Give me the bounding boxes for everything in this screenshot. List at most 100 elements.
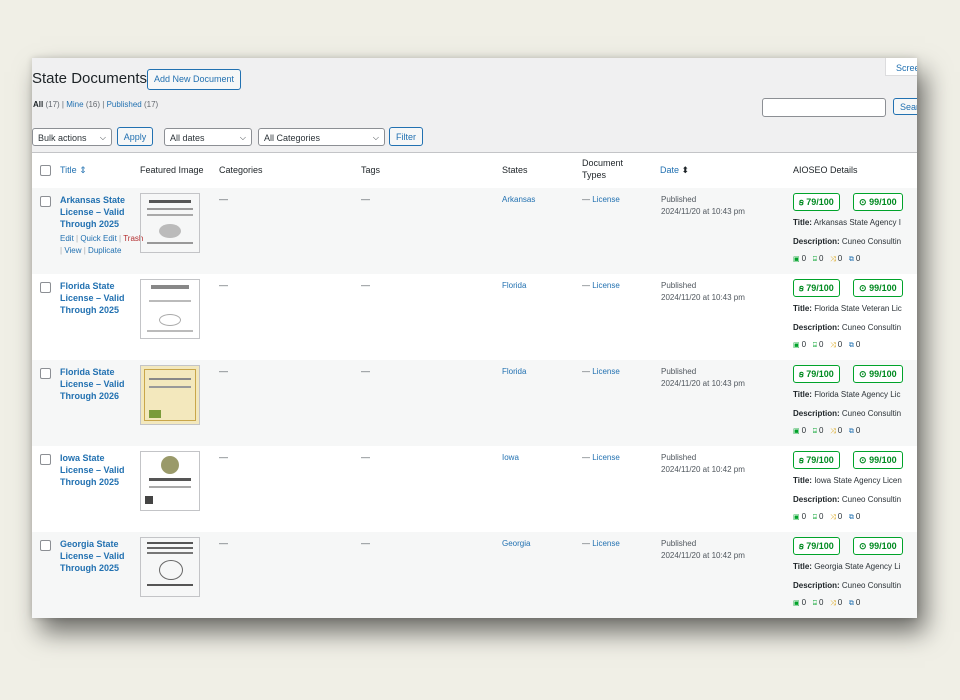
categories-cell: — (219, 366, 228, 376)
document-title-link[interactable]: Florida State License – Valid Through 20… (60, 280, 132, 316)
table-row: Florida State License – Valid Through 20… (32, 360, 917, 446)
featured-image-thumbnail[interactable] (140, 193, 200, 253)
document-type-link[interactable]: License (592, 539, 620, 548)
column-date[interactable]: Date ⬍ (660, 165, 689, 176)
seo-title-line: Title: Florida State Veteran Lic (793, 304, 902, 313)
apply-button[interactable]: Apply (117, 127, 153, 146)
truseo-score-badge[interactable]: ⊙ 99/100 (853, 537, 903, 555)
outbound-links-icon: ⍈ (812, 428, 817, 435)
document-type-link[interactable]: License (592, 367, 620, 376)
table-header: Title ⇕ Featured Image Categories Tags S… (32, 152, 917, 190)
outbound-links-count: 0 (818, 512, 824, 521)
document-type-link[interactable]: License (592, 195, 620, 204)
row-checkbox[interactable] (40, 368, 51, 379)
truseo-score-badge[interactable]: ⊙ 99/100 (853, 193, 903, 211)
orphaned-links-count: 0 (837, 340, 843, 349)
seo-score-badge[interactable]: ꞩ 79/100 (793, 279, 840, 297)
seo-title-line: Title: Iowa State Agency Licen (793, 476, 902, 485)
quick-edit-link[interactable]: Quick Edit (80, 234, 116, 243)
column-aioseo-details: AIOSEO Details (793, 165, 858, 175)
document-title-link[interactable]: Iowa State License – Valid Through 2025 (60, 452, 132, 488)
featured-image-thumbnail[interactable] (140, 451, 200, 511)
seo-description-label: Description: (793, 581, 840, 590)
featured-image-thumbnail[interactable] (140, 537, 200, 597)
seo-score-value: 79/100 (806, 369, 834, 379)
column-title[interactable]: Title ⇕ (60, 165, 87, 176)
view-link[interactable]: View (64, 246, 81, 255)
document-type-dash: — (582, 453, 590, 462)
edit-link[interactable]: Edit (60, 234, 74, 243)
column-date-label: Date (660, 165, 680, 175)
outbound-links-icon: ⍈ (812, 342, 817, 349)
seo-description-value: Cuneo Consultin (841, 237, 902, 246)
view-all-link[interactable]: All (33, 100, 43, 109)
row-checkbox[interactable] (40, 454, 51, 465)
categories-select[interactable]: All Categories ⌵ (258, 128, 385, 146)
truseo-score-badge[interactable]: ⊙ 99/100 (853, 279, 903, 297)
column-states: States (502, 165, 528, 175)
seo-title-line: Title: Arkansas State Agency I (793, 218, 901, 227)
seo-title-label: Title: (793, 390, 812, 399)
document-title-link[interactable]: Florida State License – Valid Through 20… (60, 366, 132, 402)
sort-icon: ⇕ (79, 165, 87, 175)
document-type-cell: — License (582, 281, 620, 290)
document-type-link[interactable]: License (592, 281, 620, 290)
search-button[interactable]: Sear (893, 98, 917, 115)
bulk-actions-select[interactable]: Bulk actions ⌵ (32, 128, 112, 146)
add-new-document-button[interactable]: Add New Document (147, 69, 242, 90)
document-type-link[interactable]: License (592, 453, 620, 462)
bulk-actions-value: Bulk actions (38, 133, 87, 143)
seo-score-icon: ꞩ (799, 369, 804, 379)
outbound-links-icon: ⍈ (812, 600, 817, 607)
seo-score-value: 79/100 (806, 197, 834, 207)
view-published-count: (17) (143, 100, 159, 109)
dates-value: All dates (170, 133, 205, 143)
seo-score-badge[interactable]: ꞩ 79/100 (793, 193, 840, 211)
seo-title-value: Florida State Veteran Lic (814, 304, 902, 313)
post-status: Published (661, 539, 697, 548)
select-all-checkbox[interactable] (40, 165, 51, 176)
document-title-link[interactable]: Georgia State License – Valid Through 20… (60, 538, 132, 574)
state-link[interactable]: Florida (502, 281, 526, 290)
featured-image-thumbnail[interactable] (140, 279, 200, 339)
featured-image-thumbnail[interactable] (140, 365, 200, 425)
link-stats: ▣ 0 ⍈ 0 ⤨ 0 ⧉ 0 (793, 426, 860, 436)
truseo-score-value: 99/100 (869, 197, 897, 207)
row-checkbox[interactable] (40, 196, 51, 207)
screen-options-button[interactable]: Scree (885, 58, 917, 76)
search-input[interactable] (762, 98, 886, 117)
seo-score-badge[interactable]: ꞩ 79/100 (793, 537, 840, 555)
check-circle-icon: ⊙ (859, 541, 867, 551)
duplicate-link[interactable]: Duplicate (88, 246, 121, 255)
tags-cell: — (361, 452, 370, 462)
filter-button[interactable]: Filter (389, 127, 423, 146)
row-checkbox[interactable] (40, 282, 51, 293)
document-type-cell: — License (582, 367, 620, 376)
view-mine-link[interactable]: Mine (66, 100, 83, 109)
seo-score-value: 79/100 (806, 541, 834, 551)
seo-title-value: Florida State Agency Lic (814, 390, 901, 399)
seo-score-badge[interactable]: ꞩ 79/100 (793, 365, 840, 383)
truseo-score-badge[interactable]: ⊙ 99/100 (853, 451, 903, 469)
truseo-score-badge[interactable]: ⊙ 99/100 (853, 365, 903, 383)
column-title-label: Title (60, 165, 77, 175)
categories-value: All Categories (264, 133, 321, 143)
row-checkbox[interactable] (40, 540, 51, 551)
state-link[interactable]: Arkansas (502, 195, 535, 204)
seo-score-badge[interactable]: ꞩ 79/100 (793, 451, 840, 469)
view-published-link[interactable]: Published (107, 100, 142, 109)
post-date: 2024/11/20 at 10:43 pm (661, 379, 745, 388)
dates-select[interactable]: All dates ⌵ (164, 128, 252, 146)
state-link[interactable]: Florida (502, 367, 526, 376)
tags-cell: — (361, 366, 370, 376)
admin-window: Scree State Documents Add New Document A… (32, 58, 917, 618)
seo-score-icon: ꞩ (799, 541, 804, 551)
date-cell: Published 2024/11/20 at 10:42 pm (661, 452, 745, 476)
external-links-icon: ⧉ (848, 256, 854, 263)
seo-score-value: 79/100 (806, 455, 834, 465)
internal-links-count: 0 (801, 598, 807, 607)
orphaned-links-icon: ⤨ (830, 428, 836, 435)
state-link[interactable]: Iowa (502, 453, 519, 462)
document-title-link[interactable]: Arkansas State License – Valid Through 2… (60, 194, 132, 230)
state-link[interactable]: Georgia (502, 539, 530, 548)
